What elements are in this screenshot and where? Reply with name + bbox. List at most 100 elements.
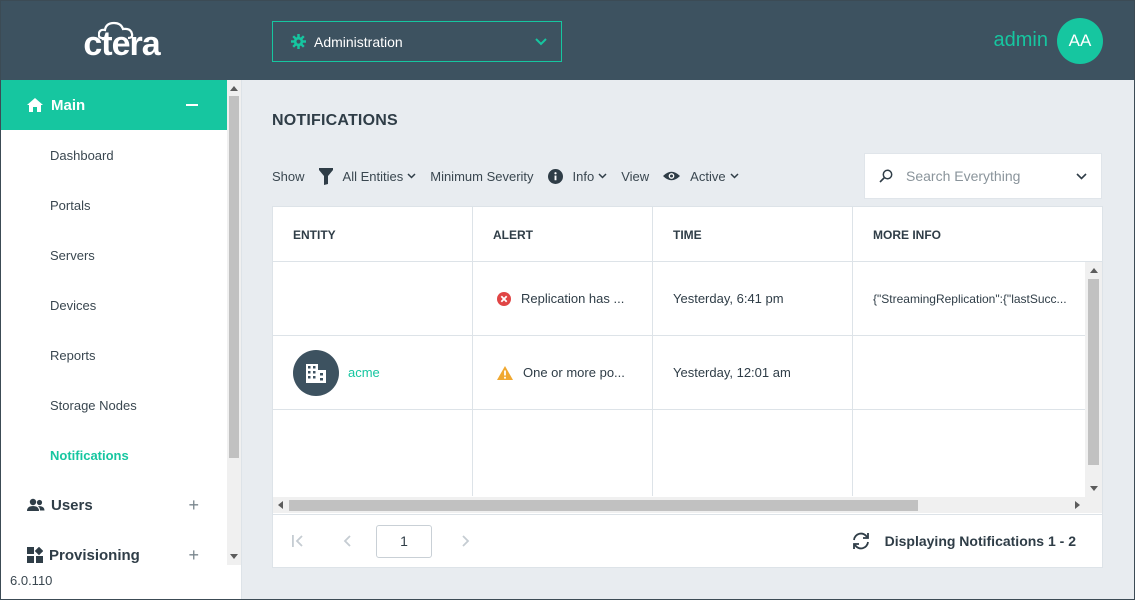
- page-title: NOTIFICATIONS: [272, 112, 398, 129]
- sidebar-item-main[interactable]: Main: [1, 80, 227, 130]
- context-select-label: Administration: [314, 33, 403, 50]
- search-placeholder: Search Everything: [906, 168, 1021, 184]
- sidebar-item-reports[interactable]: Reports: [1, 330, 227, 380]
- chevron-left-icon: [343, 535, 351, 547]
- logo: ctera: [83, 25, 160, 63]
- entity-link[interactable]: acme: [348, 365, 380, 380]
- entity-cell: acme: [273, 336, 473, 409]
- sidebar-scrollbar[interactable]: [227, 80, 241, 565]
- version-label: 6.0.110: [10, 573, 53, 588]
- alert-cell: One or more po...: [473, 336, 653, 409]
- table-header: ENTITY ALERT TIME MORE INFO: [273, 207, 1102, 262]
- scroll-left-icon[interactable]: [278, 501, 283, 509]
- chevron-right-icon: [462, 535, 470, 547]
- collapse-icon[interactable]: [186, 104, 198, 106]
- empty-row: [273, 410, 1085, 496]
- sidebar-item-label: Provisioning: [49, 546, 140, 564]
- empty-cell: [853, 410, 1085, 496]
- table-row[interactable]: acme One or more po... Yesterday, 12:01 …: [273, 336, 1085, 410]
- alert-text: Replication has ...: [521, 291, 625, 306]
- sidebar: ctera Main Dashboard Portals Servers Dev…: [1, 1, 242, 599]
- view-filter[interactable]: Active: [663, 168, 739, 184]
- severity-filter[interactable]: Info: [547, 168, 608, 184]
- expand-icon[interactable]: +: [188, 495, 199, 516]
- table-row[interactable]: Replication has ... Yesterday, 6:41 pm {…: [273, 262, 1085, 336]
- sidebar-item-notifications[interactable]: Notifications: [1, 430, 227, 480]
- sidebar-item-label: Main: [51, 96, 86, 114]
- scroll-right-icon[interactable]: [1075, 501, 1080, 509]
- scroll-up-icon[interactable]: [1090, 268, 1098, 273]
- scroll-up-icon[interactable]: [230, 86, 238, 91]
- chevron-down-icon: [407, 173, 416, 179]
- table-vertical-scrollbar[interactable]: [1085, 262, 1102, 497]
- more-info-cell: {"StreamingReplication":{"lastSucc...: [873, 291, 1067, 306]
- notifications-table: ENTITY ALERT TIME MORE INFO Replication …: [272, 206, 1103, 568]
- more-info-cell: [853, 336, 1085, 409]
- avatar[interactable]: AA: [1057, 18, 1103, 64]
- building-icon: [306, 363, 326, 383]
- first-page-icon: [292, 535, 303, 547]
- view-label: View: [621, 168, 650, 184]
- scroll-down-icon[interactable]: [1090, 486, 1098, 491]
- sidebar-item-dashboard[interactable]: Dashboard: [1, 130, 227, 180]
- view-filter-value: Active: [690, 168, 726, 184]
- first-page-button[interactable]: [291, 535, 305, 547]
- table-horizontal-scrollbar[interactable]: [273, 497, 1102, 513]
- gear-icon: [291, 34, 306, 49]
- error-icon: [497, 291, 511, 306]
- severity-label: Minimum Severity: [430, 168, 534, 184]
- column-header-time[interactable]: TIME: [653, 207, 853, 262]
- user-name[interactable]: admin: [994, 29, 1048, 52]
- next-page-button[interactable]: [462, 535, 470, 547]
- scrollbar-thumb[interactable]: [229, 96, 239, 458]
- chevron-down-icon: [598, 173, 607, 179]
- sidebar-item-portals[interactable]: Portals: [1, 180, 227, 230]
- alert-cell: Replication has ...: [473, 262, 653, 335]
- home-icon: [27, 98, 43, 112]
- provisioning-icon: [27, 547, 43, 563]
- refresh-button[interactable]: [851, 532, 871, 550]
- sidebar-item-users[interactable]: Users +: [1, 480, 227, 530]
- top-header: Administration admin AA: [242, 1, 1134, 80]
- show-label: Show: [272, 168, 305, 184]
- main-content: NOTIFICATIONS Show All Entities Minimum …: [242, 80, 1134, 599]
- time-cell: Yesterday, 6:41 pm: [653, 262, 853, 335]
- sidebar-item-provisioning[interactable]: Provisioning +: [1, 530, 227, 565]
- refresh-icon: [852, 532, 869, 550]
- scrollbar-thumb[interactable]: [289, 500, 918, 511]
- chevron-down-icon[interactable]: [1076, 172, 1087, 180]
- entities-filter-value: All Entities: [342, 168, 404, 184]
- sidebar-item-devices[interactable]: Devices: [1, 280, 227, 330]
- column-header-more-info[interactable]: MORE INFO: [853, 207, 1102, 262]
- expand-icon[interactable]: +: [188, 545, 199, 566]
- filter-icon: [318, 167, 333, 185]
- sidebar-item-storage-nodes[interactable]: Storage Nodes: [1, 380, 227, 430]
- entities-filter[interactable]: All Entities: [318, 167, 417, 185]
- table-body: Replication has ... Yesterday, 6:41 pm {…: [273, 262, 1085, 497]
- column-header-entity[interactable]: ENTITY: [273, 207, 473, 262]
- sidebar-nav: Main Dashboard Portals Servers Devices R…: [1, 80, 227, 565]
- sidebar-item-label: Users: [51, 496, 93, 514]
- filter-bar: Show All Entities Minimum Severity Info …: [272, 164, 753, 188]
- warning-icon: [497, 365, 513, 380]
- empty-cell: [653, 410, 853, 496]
- empty-cell: [473, 410, 653, 496]
- context-select[interactable]: Administration: [272, 21, 562, 62]
- users-icon: [27, 498, 45, 511]
- chevron-down-icon: [535, 37, 547, 45]
- eye-icon: [663, 171, 681, 181]
- page-number-input[interactable]: 1: [376, 524, 432, 558]
- severity-filter-value: Info: [572, 168, 595, 184]
- sidebar-item-servers[interactable]: Servers: [1, 230, 227, 280]
- entity-cell: [273, 262, 473, 335]
- search-input[interactable]: Search Everything: [864, 153, 1102, 199]
- alert-text: One or more po...: [523, 365, 625, 380]
- scroll-down-icon[interactable]: [230, 554, 238, 559]
- previous-page-button[interactable]: [343, 535, 351, 547]
- column-header-alert[interactable]: ALERT: [473, 207, 653, 262]
- empty-cell: [273, 410, 473, 496]
- pagination-info: Displaying Notifications 1 - 2: [884, 533, 1076, 549]
- entity-avatar: [293, 349, 339, 396]
- logo-area: ctera: [1, 1, 242, 80]
- scrollbar-thumb[interactable]: [1088, 279, 1099, 465]
